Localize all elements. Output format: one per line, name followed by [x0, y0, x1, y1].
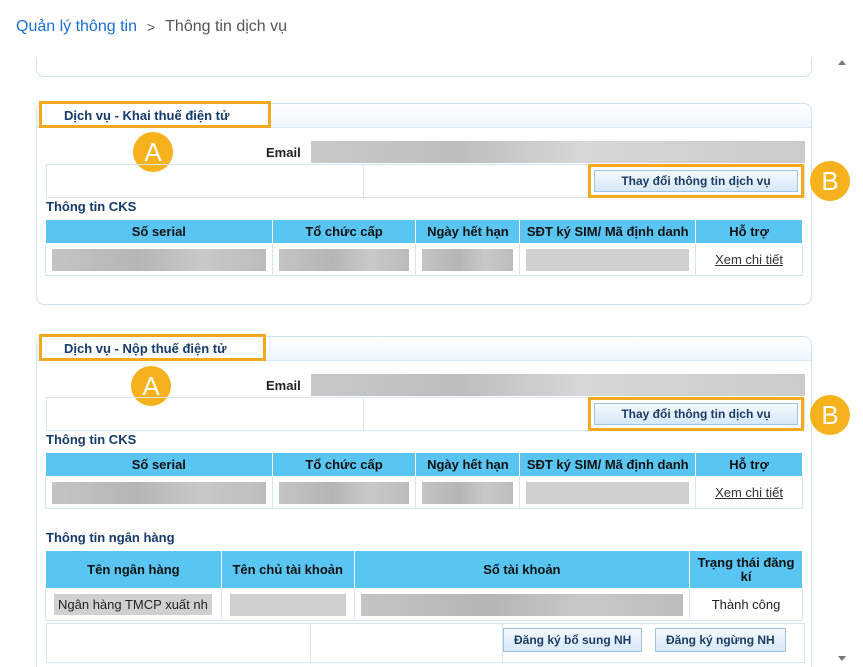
sim-id-redacted	[526, 248, 690, 271]
breadcrumb-current: Thông tin dịch vụ	[165, 18, 288, 35]
cks-table-header: Số serial Tổ chức cấp Ngày hết hạn SĐT k…	[45, 452, 803, 477]
cks-table: Số serial Tổ chức cấp Ngày hết hạn SĐT k…	[45, 452, 803, 509]
breadcrumb-parent-link[interactable]: Quản lý thông tin	[16, 18, 137, 36]
col-serial: Số serial	[45, 452, 273, 477]
issuer-redacted	[278, 481, 410, 504]
section-header: Dịch vụ - Nộp thuế điện tử	[37, 334, 811, 361]
scroll-up-arrow-icon[interactable]	[838, 60, 846, 65]
registration-status-value: Thành công	[711, 597, 781, 612]
col-issuer: Tổ chức cấp	[271, 452, 417, 477]
section-title: Dịch vụ - Nộp thuế điện tử	[39, 334, 266, 361]
scroll-down-arrow-icon[interactable]	[838, 656, 846, 661]
expiry-redacted	[422, 248, 514, 271]
issuer-redacted	[278, 248, 410, 271]
view-details-link[interactable]: Xem chi tiết	[715, 485, 783, 500]
previous-panel-edge	[36, 58, 812, 77]
expiry-redacted	[422, 481, 514, 504]
breadcrumb: Quản lý thông tin > Thông tin dịch vụ	[16, 18, 287, 36]
serial-redacted	[52, 481, 266, 504]
view-details-link[interactable]: Xem chi tiết	[715, 252, 783, 267]
col-sim-id: SĐT ký SIM/ Mã định danh	[519, 452, 697, 477]
change-service-button[interactable]: Thay đổi thông tin dịch vụ	[594, 170, 798, 192]
email-label: Email	[266, 378, 301, 393]
email-label: Email	[266, 145, 301, 160]
bank-table-header: Tên ngân hàng Tên chủ tài khoản Số tài k…	[45, 550, 803, 589]
breadcrumb-separator: >	[146, 19, 156, 35]
col-support: Hỗ trợ	[695, 219, 803, 244]
col-expiry: Ngày hết hạn	[415, 452, 521, 477]
change-service-highlight: Thay đổi thông tin dịch vụ	[588, 397, 804, 431]
sim-id-redacted	[526, 481, 690, 504]
col-expiry: Ngày hết hạn	[415, 219, 521, 244]
annotation-badge-b: B	[810, 161, 850, 201]
annotation-badge-b: B	[810, 395, 850, 435]
table-row: Ngân hàng TMCP xuất nh Thành công	[45, 588, 803, 621]
account-number-redacted	[360, 593, 684, 616]
bank-table: Tên ngân hàng Tên chủ tài khoản Số tài k…	[45, 550, 803, 621]
col-bank-name: Tên ngân hàng	[45, 550, 222, 589]
col-serial: Số serial	[45, 219, 273, 244]
col-account-holder: Tên chủ tài khoản	[220, 550, 355, 589]
vertical-scrollbar[interactable]	[836, 58, 850, 667]
bank-name-value: Ngân hàng TMCP xuất nh	[54, 594, 212, 615]
cks-section-title: Thông tin CKS	[46, 432, 137, 447]
email-value-redacted	[311, 141, 805, 163]
change-service-highlight: Thay đổi thông tin dịch vụ	[588, 164, 804, 198]
cks-table-header: Số serial Tổ chức cấp Ngày hết hạn SĐT k…	[45, 219, 803, 244]
account-holder-redacted	[229, 593, 346, 616]
cks-section-title: Thông tin CKS	[46, 199, 137, 214]
col-account-number: Số tài khoản	[353, 550, 691, 589]
section-header: Dịch vụ - Khai thuế điện tử	[37, 101, 811, 128]
email-value-redacted	[311, 374, 805, 396]
stop-bank-button[interactable]: Đăng ký ngừng NH	[655, 628, 786, 652]
serial-redacted	[52, 248, 266, 271]
col-sim-id: SĐT ký SIM/ Mã định danh	[519, 219, 697, 244]
section-title: Dịch vụ - Khai thuế điện tử	[39, 101, 271, 128]
bank-section-title: Thông tin ngân hàng	[46, 530, 175, 545]
table-row: Xem chi tiết	[45, 243, 803, 276]
col-support: Hỗ trợ	[695, 452, 803, 477]
add-bank-button[interactable]: Đăng ký bổ sung NH	[503, 628, 643, 652]
change-service-button[interactable]: Thay đổi thông tin dịch vụ	[594, 403, 798, 425]
cks-table: Số serial Tổ chức cấp Ngày hết hạn SĐT k…	[45, 219, 803, 276]
col-registration-status: Trạng thái đăng kí	[689, 550, 803, 589]
table-row: Xem chi tiết	[45, 476, 803, 509]
col-issuer: Tổ chức cấp	[271, 219, 417, 244]
